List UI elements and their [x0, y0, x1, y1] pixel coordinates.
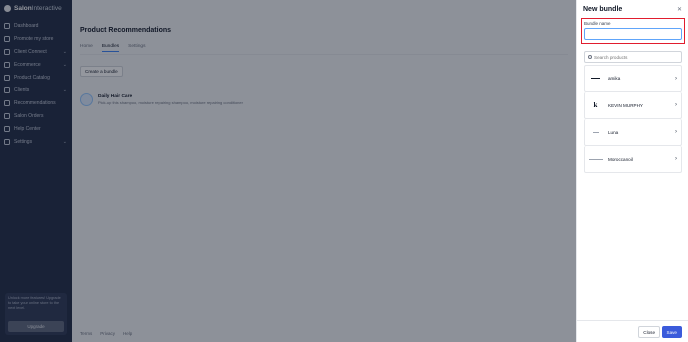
brand-list-item[interactable]: Luna ›	[584, 119, 682, 146]
brand-name: amika	[608, 76, 621, 81]
save-label: Save	[666, 329, 677, 335]
brand-name: Moroccanoil	[608, 156, 633, 162]
brand-logo-icon	[588, 155, 603, 163]
new-bundle-drawer: New bundle ✕ Bundle name amika › k KEVIN MU…	[576, 0, 688, 342]
brand-list-item[interactable]: k KEVIN MURPHY ›	[584, 92, 682, 119]
search-icon	[588, 55, 592, 59]
save-button[interactable]: Save	[661, 326, 682, 338]
brand-list: amika › k KEVIN MURPHY › Luna › Moroccanoil ›	[584, 65, 682, 173]
close-label: Close	[643, 329, 655, 335]
product-search-input[interactable]	[594, 54, 679, 60]
brand-logo-icon	[588, 75, 603, 83]
chevron-right-icon: ›	[675, 156, 677, 162]
brand-list-item[interactable]: amika ›	[584, 65, 682, 92]
drawer-footer: Close Save	[577, 320, 688, 342]
drawer-title: New bundle	[583, 6, 623, 13]
modal-overlay[interactable]	[0, 0, 576, 342]
brand-list-item[interactable]: Moroccanoil ›	[584, 146, 682, 173]
close-icon[interactable]: ✕	[677, 6, 682, 13]
brand-name: KEVIN MURPHY	[608, 102, 643, 108]
close-button[interactable]: Close	[638, 326, 660, 338]
chevron-right-icon: ›	[675, 129, 677, 135]
bundle-name-input[interactable]	[584, 28, 682, 40]
brand-name: Luna	[608, 129, 619, 135]
chevron-right-icon: ›	[675, 102, 677, 108]
bundle-name-label: Bundle name	[584, 21, 611, 26]
brand-logo-icon: k	[593, 101, 598, 109]
product-search[interactable]	[584, 51, 682, 63]
chevron-right-icon: ›	[675, 75, 677, 82]
brand-logo-icon	[588, 128, 603, 136]
